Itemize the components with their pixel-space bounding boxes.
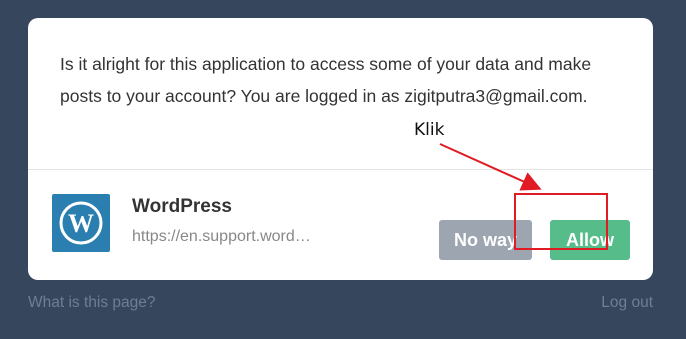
log-out-link[interactable]: Log out	[601, 294, 653, 312]
permission-message: Is it alright for this application to ac…	[60, 54, 592, 106]
no-way-button[interactable]: No way	[439, 220, 532, 260]
app-url: https://en.support.word…	[132, 228, 311, 245]
what-is-this-page-link[interactable]: What is this page?	[28, 294, 156, 312]
allow-button[interactable]: Allow	[550, 220, 630, 260]
divider	[28, 169, 653, 170]
app-name: WordPress	[132, 196, 232, 217]
wordpress-logo-icon: W	[52, 194, 110, 252]
auth-dialog: Is it alright for this application to ac…	[28, 18, 653, 280]
annotation-label: Klik	[414, 120, 445, 140]
svg-text:W: W	[68, 209, 94, 238]
